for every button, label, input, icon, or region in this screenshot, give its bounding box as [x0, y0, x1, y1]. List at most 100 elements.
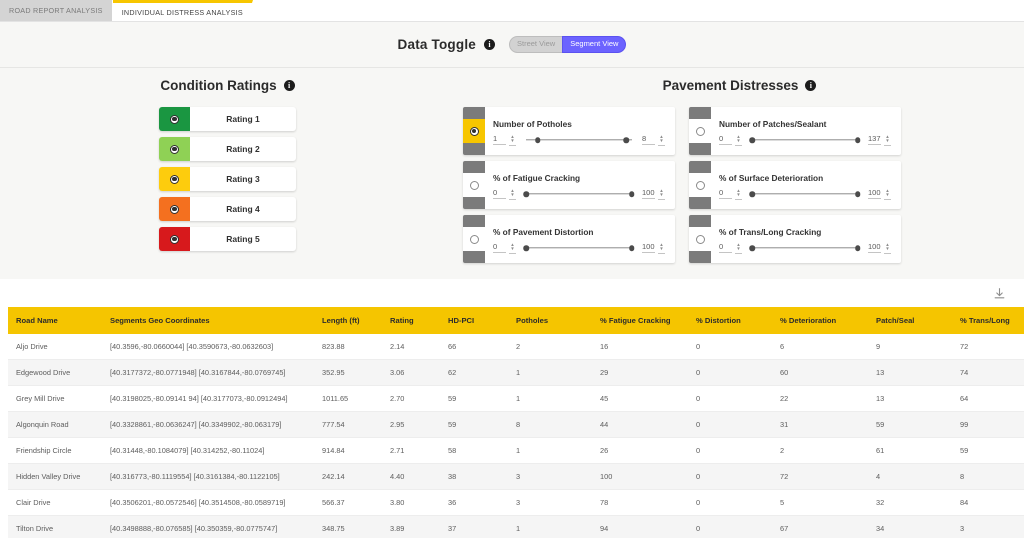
range-max-stepper[interactable]: ▲ ▼	[658, 134, 665, 146]
slider-knob-max[interactable]	[854, 137, 861, 143]
slider-knob-min[interactable]	[523, 245, 530, 251]
rating-item-5[interactable]: Rating 5	[159, 227, 296, 251]
range-max-value[interactable]: 100	[868, 188, 881, 200]
card-radio-wrap[interactable]	[463, 119, 485, 143]
column-header-fatigue[interactable]: % Fatigue Cracking	[592, 307, 688, 334]
card-radio[interactable]	[469, 180, 479, 190]
column-header-hdpci[interactable]: HD-PCI	[440, 307, 508, 334]
range-slider[interactable]: 0 ▲ ▼ 137 ▲ ▼	[719, 134, 891, 146]
column-header-distortion[interactable]: % Distortion	[688, 307, 772, 334]
range-min-stepper[interactable]: ▲ ▼	[509, 188, 516, 200]
table-row[interactable]: Grey Mill Drive [40.3198025,-80.09141 94…	[8, 385, 1024, 412]
column-header-deterioration[interactable]: % Deterioration	[772, 307, 868, 334]
table-row[interactable]: Aljo Drive [40.3596,-80.0660044] [40.359…	[8, 334, 1024, 360]
table-row[interactable]: Clair Drive [40.3506201,-80.0572546] [40…	[8, 489, 1024, 516]
range-slider[interactable]: 1 ▲ ▼ 8 ▲ ▼	[493, 134, 665, 146]
info-icon[interactable]: i	[805, 80, 817, 91]
table-row[interactable]: Edgewood Drive [40.3177372,-80.0771948] …	[8, 359, 1024, 386]
slider-knob-min[interactable]	[523, 191, 530, 197]
card-radio-wrap[interactable]	[689, 173, 711, 197]
range-min-value[interactable]: 1	[493, 134, 506, 146]
rating-radio[interactable]	[170, 114, 179, 124]
column-header-road-name[interactable]: Road Name	[8, 307, 102, 334]
slider-knob-max[interactable]	[628, 245, 635, 251]
card-selector-handle[interactable]	[463, 161, 485, 209]
range-min-stepper[interactable]: ▲ ▼	[509, 242, 516, 254]
card-radio[interactable]	[695, 126, 705, 136]
card-selector-handle[interactable]	[463, 107, 485, 155]
rating-radio[interactable]	[170, 174, 179, 184]
slider-track[interactable]	[523, 243, 635, 254]
column-header-rating[interactable]: Rating	[382, 307, 440, 334]
range-max-value[interactable]: 100	[642, 242, 655, 254]
card-radio[interactable]	[469, 126, 479, 136]
slider-track[interactable]	[523, 135, 635, 146]
range-max-value[interactable]: 100	[642, 188, 655, 200]
download-icon[interactable]	[993, 287, 1006, 300]
slider-knob-max[interactable]	[854, 191, 861, 197]
card-selector-handle[interactable]	[689, 161, 711, 209]
range-max-stepper[interactable]: ▲ ▼	[884, 134, 891, 146]
card-selector-handle[interactable]	[463, 215, 485, 263]
range-max-value[interactable]: 137	[868, 134, 881, 146]
card-radio-wrap[interactable]	[463, 173, 485, 197]
column-header-geo-coords[interactable]: Segments Geo Coordinates	[102, 307, 314, 334]
column-header-trans-long[interactable]: % Trans/Long	[952, 307, 1024, 334]
range-min-value[interactable]: 0	[719, 242, 732, 254]
range-min-value[interactable]: 0	[719, 134, 732, 146]
range-max-stepper[interactable]: ▲ ▼	[884, 242, 891, 254]
slider-track[interactable]	[523, 189, 635, 200]
slider-knob-max[interactable]	[623, 137, 629, 143]
slider-knob-min[interactable]	[534, 137, 541, 143]
rating-item-3[interactable]: Rating 3	[159, 167, 296, 191]
range-max-stepper[interactable]: ▲ ▼	[658, 188, 665, 200]
range-max-value[interactable]: 100	[868, 242, 881, 254]
rating-radio[interactable]	[170, 234, 179, 244]
column-header-potholes[interactable]: Potholes	[508, 307, 592, 334]
card-selector-handle[interactable]	[689, 107, 711, 155]
street-view-button[interactable]: Street View	[509, 36, 564, 53]
range-min-value[interactable]: 0	[719, 188, 732, 200]
tab-individual-distress-analysis[interactable]: INDIVIDUAL DISTRESS ANALYSIS	[112, 0, 253, 21]
slider-track[interactable]	[749, 189, 861, 200]
range-slider[interactable]: 0 ▲ ▼ 100 ▲ ▼	[719, 188, 891, 200]
info-icon[interactable]: i	[283, 80, 295, 91]
rating-radio[interactable]	[170, 204, 179, 214]
segment-view-button[interactable]: Segment View	[562, 36, 627, 53]
range-max-stepper[interactable]: ▲ ▼	[658, 242, 665, 254]
rating-item-4[interactable]: Rating 4	[159, 197, 296, 221]
range-min-stepper[interactable]: ▲ ▼	[509, 134, 516, 146]
range-slider[interactable]: 0 ▲ ▼ 100 ▲ ▼	[493, 242, 665, 254]
slider-knob-min[interactable]	[749, 245, 756, 251]
card-radio[interactable]	[695, 234, 705, 244]
card-radio-wrap[interactable]	[689, 119, 711, 143]
range-min-value[interactable]: 0	[493, 242, 506, 254]
table-row[interactable]: Algonquin Road [40.3328861,-80.0636247] …	[8, 411, 1024, 438]
range-max-stepper[interactable]: ▲ ▼	[884, 188, 891, 200]
card-radio[interactable]	[695, 180, 705, 190]
card-radio-wrap[interactable]	[463, 227, 485, 251]
range-max-value[interactable]: 8	[642, 134, 655, 146]
range-min-stepper[interactable]: ▲ ▼	[735, 188, 742, 200]
range-min-stepper[interactable]: ▲ ▼	[735, 242, 742, 254]
slider-track[interactable]	[749, 135, 861, 146]
range-min-value[interactable]: 0	[493, 188, 506, 200]
column-header-length[interactable]: Length (ft)	[314, 307, 382, 334]
card-radio-wrap[interactable]	[689, 227, 711, 251]
slider-track[interactable]	[749, 243, 861, 254]
slider-knob-max[interactable]	[628, 191, 635, 197]
info-icon[interactable]: i	[484, 39, 495, 50]
card-selector-handle[interactable]	[689, 215, 711, 263]
range-min-stepper[interactable]: ▲ ▼	[735, 134, 742, 146]
rating-radio[interactable]	[170, 144, 179, 154]
table-row[interactable]: Friendship Circle [40.31448,-80.1084079]…	[8, 437, 1024, 464]
slider-knob-min[interactable]	[749, 137, 756, 143]
slider-knob-max[interactable]	[854, 245, 861, 251]
rating-item-2[interactable]: Rating 2	[159, 137, 296, 161]
card-radio[interactable]	[469, 234, 479, 244]
range-slider[interactable]: 0 ▲ ▼ 100 ▲ ▼	[493, 188, 665, 200]
range-slider[interactable]: 0 ▲ ▼ 100 ▲ ▼	[719, 242, 891, 254]
slider-knob-min[interactable]	[749, 191, 756, 197]
table-row[interactable]: Tilton Drive [40.3498888,-80.076585] [40…	[8, 515, 1024, 538]
rating-item-1[interactable]: Rating 1	[159, 107, 296, 131]
